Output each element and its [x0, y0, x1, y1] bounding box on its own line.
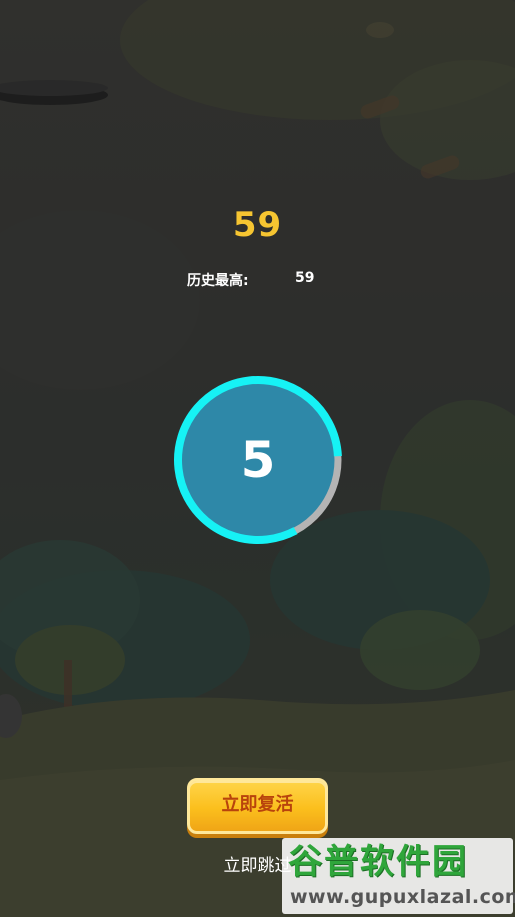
best-score-value: 59: [295, 270, 315, 286]
watermark-url: www.gupuxlazal.com: [290, 886, 515, 908]
countdown-number: 5: [240, 431, 276, 489]
site-watermark: 谷普软件园 www.gupuxlazal.com: [282, 838, 515, 914]
best-score-label: 历史最高:: [187, 273, 249, 289]
revive-countdown: 5: [172, 374, 344, 546]
watermark-logo-text: 谷普软件园: [288, 842, 468, 882]
best-score-row: 历史最高: 59: [0, 270, 515, 292]
revive-now-button[interactable]: 立即复活: [187, 778, 328, 834]
game-over-screen: 59 历史最高: 59 5 立即复活 立即跳过 谷普软件园 www.gupuxl…: [0, 0, 515, 917]
current-score: 59: [232, 205, 283, 245]
